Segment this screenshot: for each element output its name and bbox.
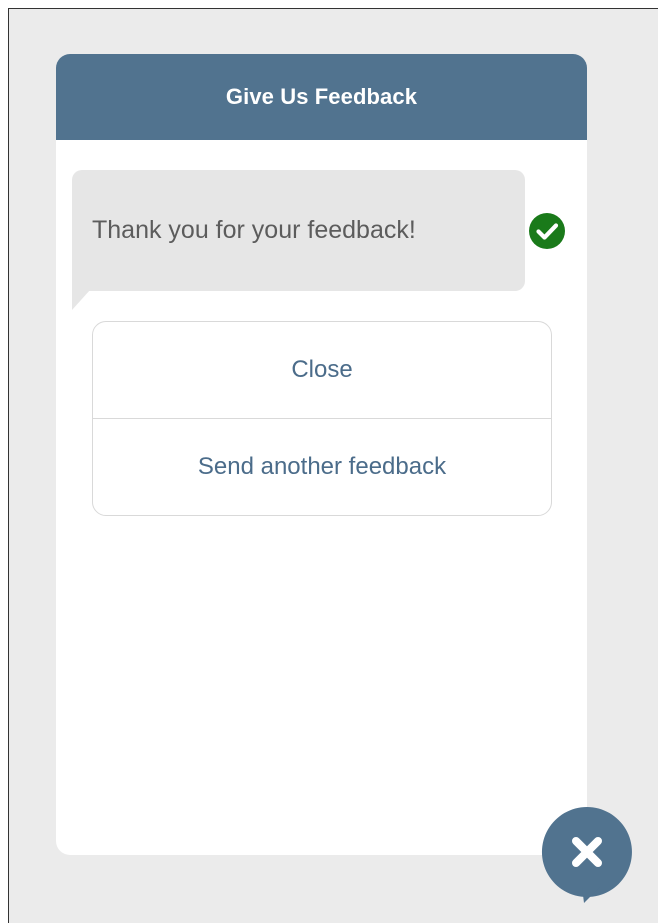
check-circle-icon — [529, 213, 565, 249]
message-bubble-tail — [72, 290, 90, 310]
send-another-feedback-label: Send another feedback — [197, 453, 447, 480]
panel-header: Give Us Feedback — [56, 54, 587, 140]
message-text: Thank you for your feedback! — [92, 216, 416, 244]
close-option-label: Close — [291, 356, 353, 383]
panel-title: Give Us Feedback — [225, 84, 418, 109]
close-chat-button[interactable] — [540, 805, 634, 903]
options-list: Close Send another feedback — [92, 321, 552, 516]
message-bubble: Thank you for your feedback! — [72, 170, 525, 291]
close-option-button[interactable]: Close — [93, 322, 551, 418]
send-another-feedback-button[interactable]: Send another feedback — [93, 418, 551, 515]
